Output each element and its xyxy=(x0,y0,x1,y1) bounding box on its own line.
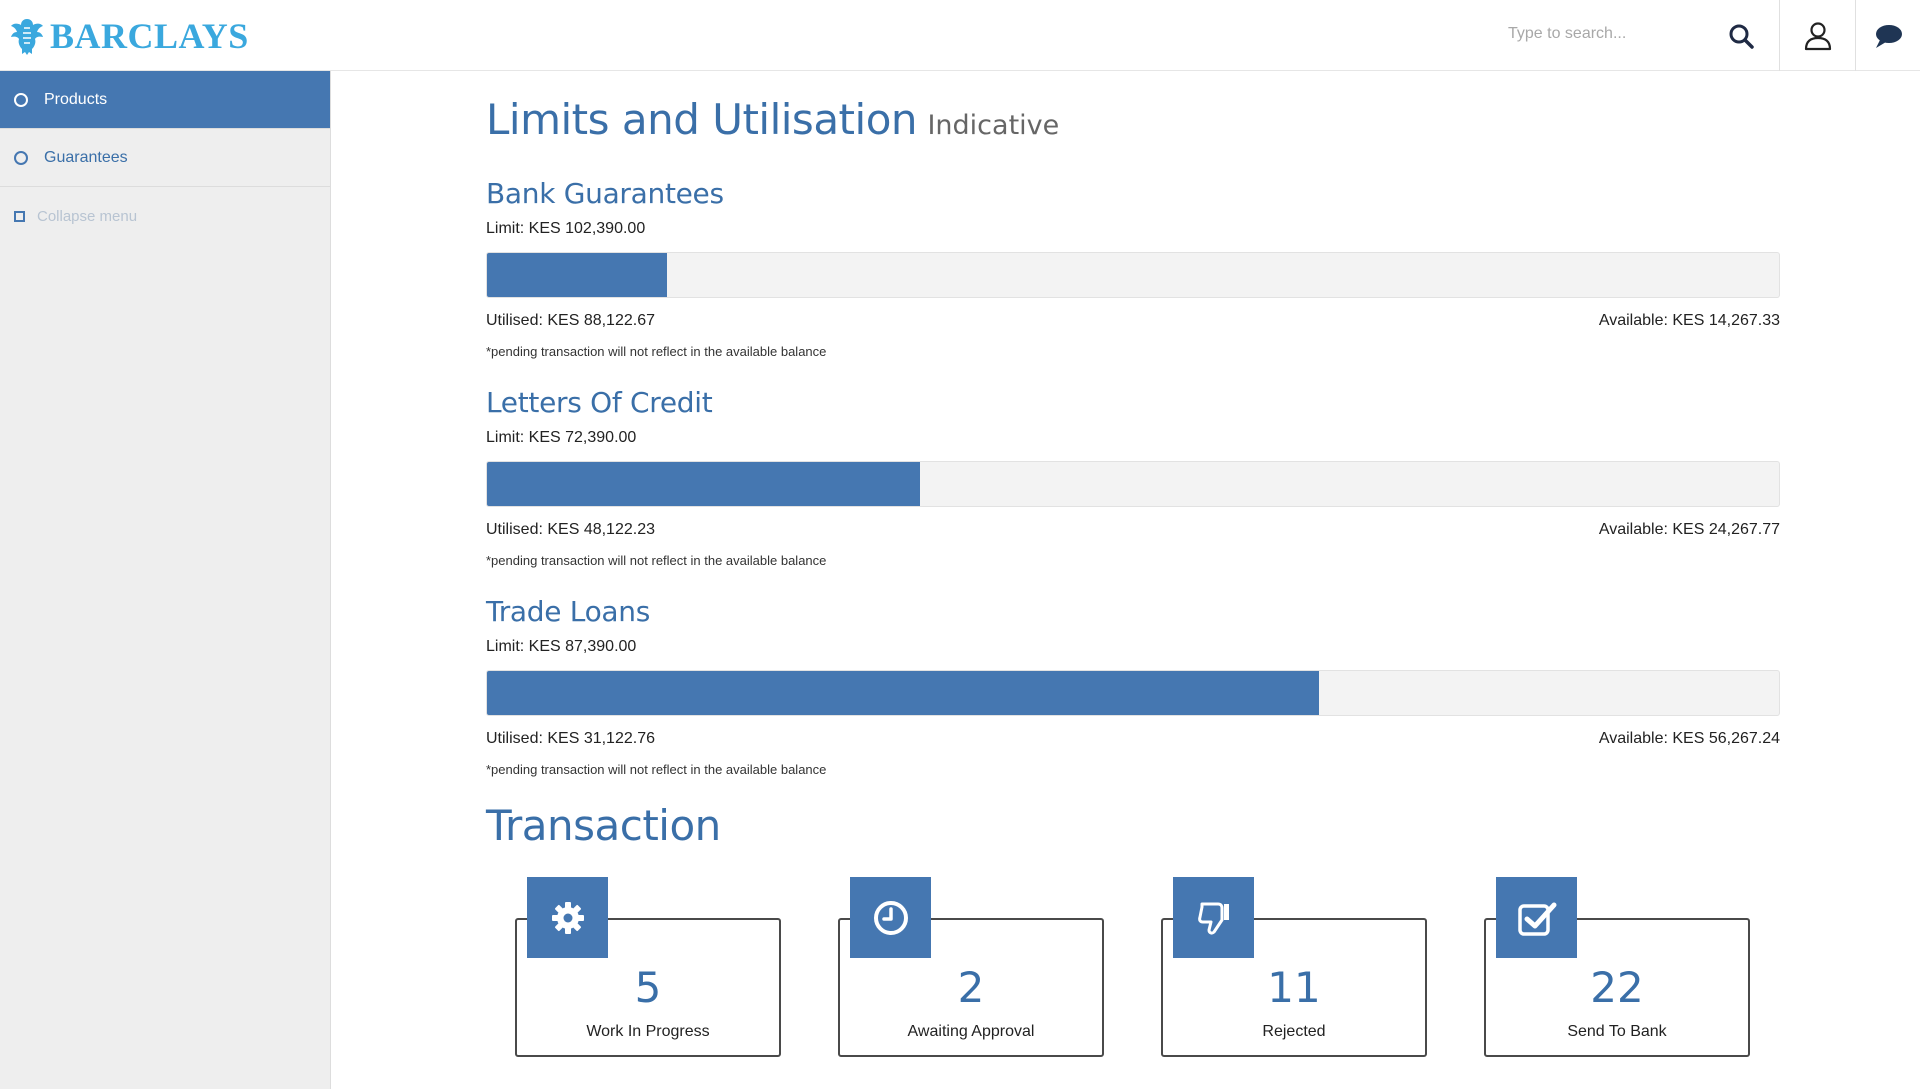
collapse-menu-button[interactable]: Collapse menu xyxy=(0,187,330,245)
collapse-menu-label: Collapse menu xyxy=(37,207,138,225)
utilisation-bar-fill xyxy=(487,462,920,506)
clock-icon xyxy=(873,900,908,935)
available-amount: Available: KES 24,267.77 xyxy=(1598,521,1780,538)
page-subtitle: Indicative xyxy=(927,110,1060,141)
limit-amount: Limit: KES 102,390.00 xyxy=(486,220,646,237)
limit-amount: Limit: KES 72,390.00 xyxy=(486,429,637,446)
radio-circle-icon xyxy=(14,150,28,165)
card-rejected[interactable]: 11 Rejected xyxy=(1161,877,1427,1057)
utilisation-bar xyxy=(486,461,1780,507)
eagle-logo-icon xyxy=(11,19,43,55)
utilised-amount: Utilised: KES 88,122.67 xyxy=(486,312,655,329)
card-label: Work In Progress xyxy=(586,1023,710,1040)
sidebar-item-label: Products xyxy=(44,90,108,108)
card-count: 11 xyxy=(1267,963,1321,1012)
transaction-heading: Transaction xyxy=(486,801,721,850)
card-count: 22 xyxy=(1590,963,1644,1012)
pending-note: *pending transaction will not reflect in… xyxy=(486,553,827,568)
utilisation-bar xyxy=(486,252,1780,298)
search-input[interactable] xyxy=(1508,20,1718,48)
pending-note: *pending transaction will not reflect in… xyxy=(486,762,827,777)
utilisation-bar xyxy=(486,670,1780,716)
limit-name: Bank Guarantees xyxy=(486,177,724,210)
card-icon-tile xyxy=(1496,877,1577,958)
user-icon xyxy=(1804,21,1831,50)
page-title-text: Limits and Utilisation xyxy=(486,95,918,144)
utilised-amount: Utilised: KES 31,122.76 xyxy=(486,730,655,747)
limit-section-letters-of-credit: Letters Of Credit Limit: KES 72,390.00 U… xyxy=(486,386,1780,568)
card-icon-tile xyxy=(527,877,608,958)
pending-note: *pending transaction will not reflect in… xyxy=(486,344,827,359)
card-label: Rejected xyxy=(1262,1023,1326,1040)
limit-section-bank-guarantees: Bank Guarantees Limit: KES 102,390.00 Ut… xyxy=(486,177,1780,359)
card-icon-tile xyxy=(1173,877,1254,958)
barclays-logo[interactable]: BARCLAYS xyxy=(10,16,249,56)
utilised-amount: Utilised: KES 48,122.23 xyxy=(486,521,655,538)
card-awaiting-approval[interactable]: 2 Awaiting Approval xyxy=(838,877,1104,1057)
square-icon xyxy=(14,210,25,222)
thumbs-down-icon xyxy=(1197,902,1229,935)
chat-button[interactable] xyxy=(1855,0,1920,71)
limit-name: Letters Of Credit xyxy=(486,386,713,419)
utilisation-bar-fill xyxy=(487,253,667,297)
limit-name: Trade Loans xyxy=(486,595,650,628)
card-label: Send To Bank xyxy=(1567,1023,1667,1040)
checkbox-icon xyxy=(1517,902,1556,936)
card-count: 2 xyxy=(957,963,985,1012)
radio-circle-icon xyxy=(14,92,28,107)
sidebar-item-guarantees[interactable]: Guarantees xyxy=(0,129,330,187)
search-icon xyxy=(1729,24,1754,49)
user-account-button[interactable] xyxy=(1779,0,1855,71)
card-send-to-bank[interactable]: 22 Send To Bank xyxy=(1484,877,1750,1057)
sidebar-item-products[interactable]: Products xyxy=(0,71,330,129)
card-count: 5 xyxy=(634,963,662,1012)
sidebar-item-label: Guarantees xyxy=(44,148,128,166)
card-icon-tile xyxy=(850,877,931,958)
chat-icon xyxy=(1876,24,1902,48)
available-amount: Available: KES 14,267.33 xyxy=(1598,312,1780,329)
available-amount: Available: KES 56,267.24 xyxy=(1598,730,1780,747)
card-work-in-progress[interactable]: 5 Work In Progress xyxy=(515,877,781,1057)
sidebar: Products Guarantees Collapse menu xyxy=(0,71,331,1089)
utilisation-bar-fill xyxy=(487,671,1320,715)
search-button[interactable] xyxy=(1720,0,1762,71)
limit-section-trade-loans: Trade Loans Limit: KES 87,390.00 Utilise… xyxy=(486,595,1780,777)
card-label: Awaiting Approval xyxy=(907,1023,1035,1040)
limit-amount: Limit: KES 87,390.00 xyxy=(486,638,637,655)
gear-icon xyxy=(551,901,584,934)
top-header: BARCLAYS xyxy=(0,0,1920,71)
page-title: Limits and Utilisation Indicative xyxy=(486,95,1059,144)
logo-text: BARCLAYS xyxy=(50,16,249,56)
